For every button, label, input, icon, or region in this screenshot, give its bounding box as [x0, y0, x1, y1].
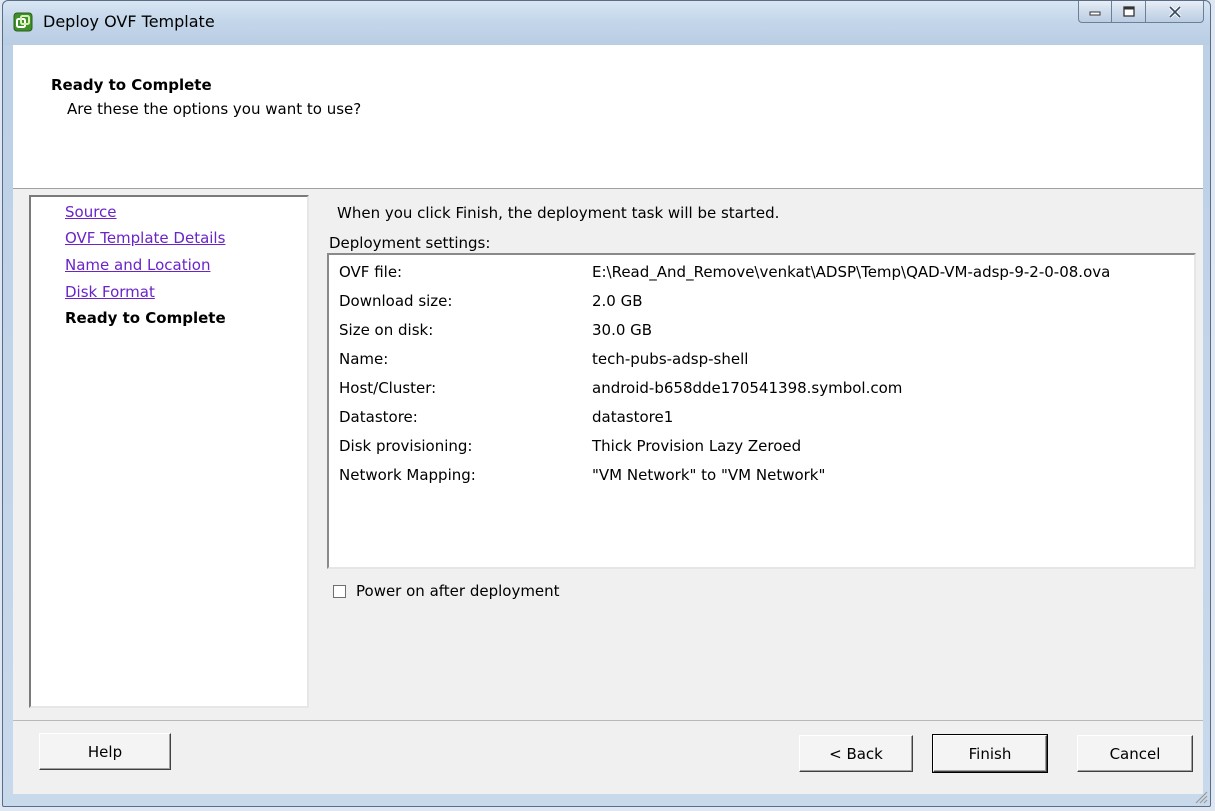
setting-value: datastore1	[592, 408, 674, 426]
setting-key: Network Mapping:	[339, 466, 476, 484]
minimize-button[interactable]	[1078, 1, 1112, 23]
minimize-icon	[1089, 11, 1101, 15]
maximize-button[interactable]	[1112, 1, 1146, 23]
nav-step-name-and-location[interactable]: Name and Location	[65, 256, 210, 274]
window-title: Deploy OVF Template	[43, 12, 215, 31]
setting-value: 2.0 GB	[592, 292, 643, 310]
resize-grip-icon[interactable]	[1192, 788, 1208, 804]
back-button[interactable]: < Back	[799, 735, 913, 772]
deployment-settings-label: Deployment settings:	[329, 234, 491, 252]
power-on-checkbox[interactable]	[333, 584, 346, 598]
dialog-window: Deploy OVF Template Ready to Complete Ar…	[2, 0, 1211, 807]
setting-value: Thick Provision Lazy Zeroed	[592, 437, 802, 455]
setting-key: Host/Cluster:	[339, 379, 437, 397]
close-button[interactable]	[1146, 1, 1204, 23]
setting-key: OVF file:	[339, 263, 403, 281]
setting-key: Datastore:	[339, 408, 418, 426]
vsphere-app-icon	[13, 12, 33, 32]
intro-text: When you click Finish, the deployment ta…	[337, 204, 780, 222]
setting-key: Name:	[339, 350, 389, 368]
title-bar[interactable]: Deploy OVF Template	[3, 1, 1210, 45]
cancel-button[interactable]: Cancel	[1077, 735, 1193, 772]
nav-step-disk-format[interactable]: Disk Format	[65, 283, 155, 301]
power-on-option[interactable]: Power on after deployment	[333, 582, 560, 600]
setting-key: Disk provisioning:	[339, 437, 473, 455]
setting-value: E:\Read_And_Remove\venkat\ADSP\Temp\QAD-…	[592, 263, 1111, 281]
close-icon	[1168, 5, 1181, 18]
nav-step-ready-to-complete: Ready to Complete	[65, 309, 226, 327]
setting-key: Size on disk:	[339, 321, 434, 339]
deployment-settings-list[interactable]: OVF file: E:\Read_And_Remove\venkat\ADSP…	[327, 253, 1196, 569]
setting-value: android-b658dde170541398.symbol.com	[592, 379, 903, 397]
window-controls	[1078, 1, 1204, 25]
wizard-steps-nav: Source OVF Template Details Name and Loc…	[29, 195, 309, 708]
power-on-label[interactable]: Power on after deployment	[356, 582, 560, 600]
page-title: Ready to Complete	[51, 76, 212, 94]
wizard-footer: Help < Back Finish Cancel	[13, 720, 1203, 794]
setting-value: "VM Network" to "VM Network"	[592, 466, 826, 484]
setting-key: Download size:	[339, 292, 453, 310]
page-subtitle: Are these the options you want to use?	[67, 100, 362, 118]
wizard-body: Source OVF Template Details Name and Loc…	[13, 189, 1203, 794]
setting-value: 30.0 GB	[592, 321, 653, 339]
finish-button[interactable]: Finish	[932, 734, 1048, 773]
nav-step-source[interactable]: Source	[65, 203, 117, 221]
maximize-icon	[1122, 6, 1135, 17]
help-button[interactable]: Help	[39, 733, 171, 770]
wizard-header: Ready to Complete Are these the options …	[13, 45, 1203, 189]
nav-step-ovf-template-details[interactable]: OVF Template Details	[65, 229, 225, 247]
setting-value: tech-pubs-adsp-shell	[592, 350, 749, 368]
